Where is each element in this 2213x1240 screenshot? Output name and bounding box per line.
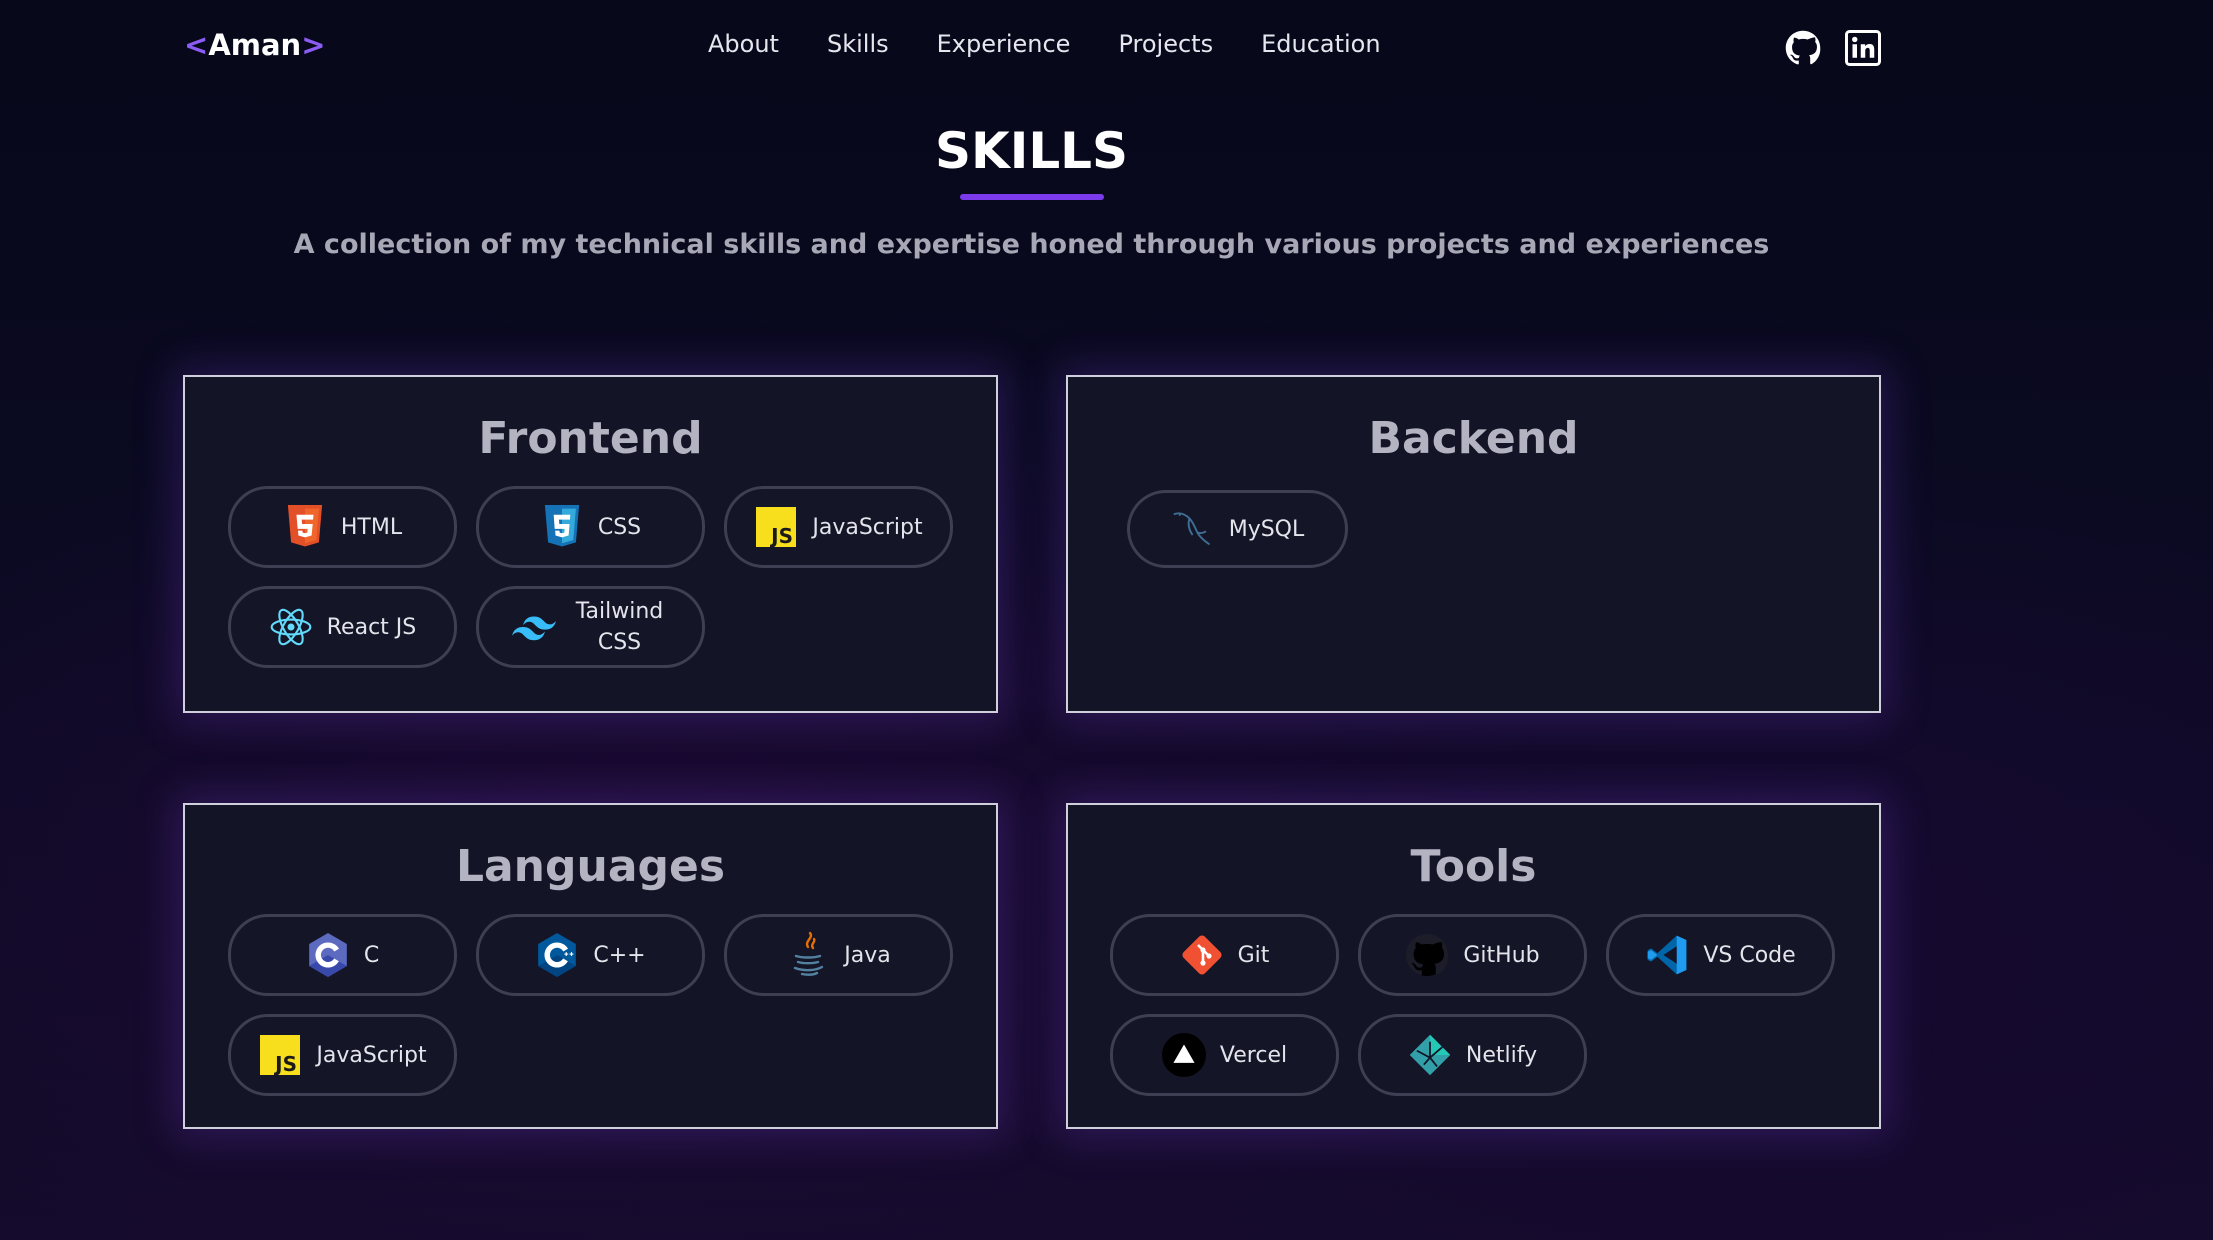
skill-label: Vercel — [1219, 1042, 1288, 1068]
skill-pill-mysql[interactable]: MySQL — [1127, 490, 1348, 568]
skill-label: JavaScript — [316, 1042, 427, 1068]
skill-pill-javascript[interactable]: JS JavaScript — [228, 1014, 457, 1096]
card-title-languages: Languages — [455, 841, 726, 892]
site-logo[interactable]: <Aman> — [184, 28, 326, 62]
cpp-icon — [535, 933, 579, 977]
section-subtitle: A collection of my technical skills and … — [293, 229, 1770, 260]
backend-card: Backend MySQL — [1066, 375, 1881, 713]
title-underline — [960, 194, 1104, 200]
nav-link-skills[interactable]: Skills — [827, 30, 889, 58]
skill-pill-html[interactable]: HTML — [228, 486, 457, 568]
skill-label: Git — [1237, 942, 1270, 968]
javascript-icon: JS — [258, 1033, 302, 1077]
logo-name: Aman — [208, 28, 302, 62]
tailwind-icon — [511, 605, 556, 649]
skill-pill-react[interactable]: React JS — [228, 586, 457, 668]
skill-label: HTML — [340, 514, 403, 540]
github-icon[interactable] — [1785, 30, 1821, 66]
html5-icon — [283, 505, 327, 549]
react-icon — [269, 605, 313, 649]
skill-label: Netlify — [1465, 1042, 1538, 1068]
nav-link-about[interactable]: About — [708, 30, 779, 58]
card-title-backend: Backend — [1368, 413, 1579, 464]
skill-pill-tailwind[interactable]: Tailwind CSS — [476, 586, 705, 668]
nav-link-experience[interactable]: Experience — [937, 30, 1071, 58]
skill-label: Tailwind CSS — [575, 599, 664, 655]
skill-pill-java[interactable]: Java — [724, 914, 953, 996]
skill-label: C — [363, 942, 380, 968]
vscode-icon — [1645, 933, 1689, 977]
card-title-tools: Tools — [1410, 841, 1537, 892]
skill-pill-javascript[interactable]: JS JavaScript — [724, 486, 953, 568]
skill-label: GitHub — [1463, 942, 1540, 968]
linkedin-icon[interactable] — [1845, 30, 1881, 66]
skill-label: Java — [844, 942, 891, 968]
skill-pill-vscode[interactable]: VS Code — [1606, 914, 1835, 996]
vercel-icon — [1161, 1033, 1206, 1077]
javascript-icon: JS — [754, 505, 798, 549]
nav-link-projects[interactable]: Projects — [1118, 30, 1213, 58]
git-icon — [1180, 933, 1224, 977]
svg-text:JS: JS — [274, 1052, 298, 1075]
skill-pill-github[interactable]: GitHub — [1358, 914, 1587, 996]
logo-bracket-close: > — [301, 28, 326, 62]
java-icon — [786, 931, 830, 977]
section-title: SKILLS — [934, 122, 1129, 180]
mysql-icon — [1171, 507, 1215, 551]
skill-pill-cpp[interactable]: C++ — [476, 914, 705, 996]
skill-label: MySQL — [1228, 516, 1305, 542]
css3-icon — [540, 505, 584, 549]
skill-pill-c[interactable]: C — [228, 914, 457, 996]
skill-pill-vercel[interactable]: Vercel — [1110, 1014, 1339, 1096]
nav-link-education[interactable]: Education — [1261, 30, 1380, 58]
c-icon — [306, 933, 350, 977]
navbar: <Aman> About Skills Experience Projects … — [0, 0, 2213, 96]
svg-text:JS: JS — [770, 524, 794, 547]
languages-card: Languages C C++ Java JS JavaScript — [183, 803, 998, 1129]
netlify-icon — [1408, 1033, 1452, 1077]
tools-card: Tools Git GitHub VS Code Vercel Netlify — [1066, 803, 1881, 1129]
frontend-card: Frontend HTML CSS JS JavaScript React JS… — [183, 375, 998, 713]
skill-pill-netlify[interactable]: Netlify — [1358, 1014, 1587, 1096]
logo-bracket-open: < — [184, 28, 209, 62]
skill-label: CSS — [597, 514, 642, 540]
skill-label: VS Code — [1703, 942, 1796, 968]
skill-pill-git[interactable]: Git — [1110, 914, 1339, 996]
skill-label: React JS — [326, 614, 417, 640]
skill-label: C++ — [593, 942, 646, 968]
skill-pill-css[interactable]: CSS — [476, 486, 705, 568]
skill-label: JavaScript — [812, 514, 923, 540]
nav-links: About Skills Experience Projects Educati… — [708, 30, 1381, 58]
github-icon — [1405, 933, 1449, 977]
card-title-frontend: Frontend — [478, 413, 703, 464]
